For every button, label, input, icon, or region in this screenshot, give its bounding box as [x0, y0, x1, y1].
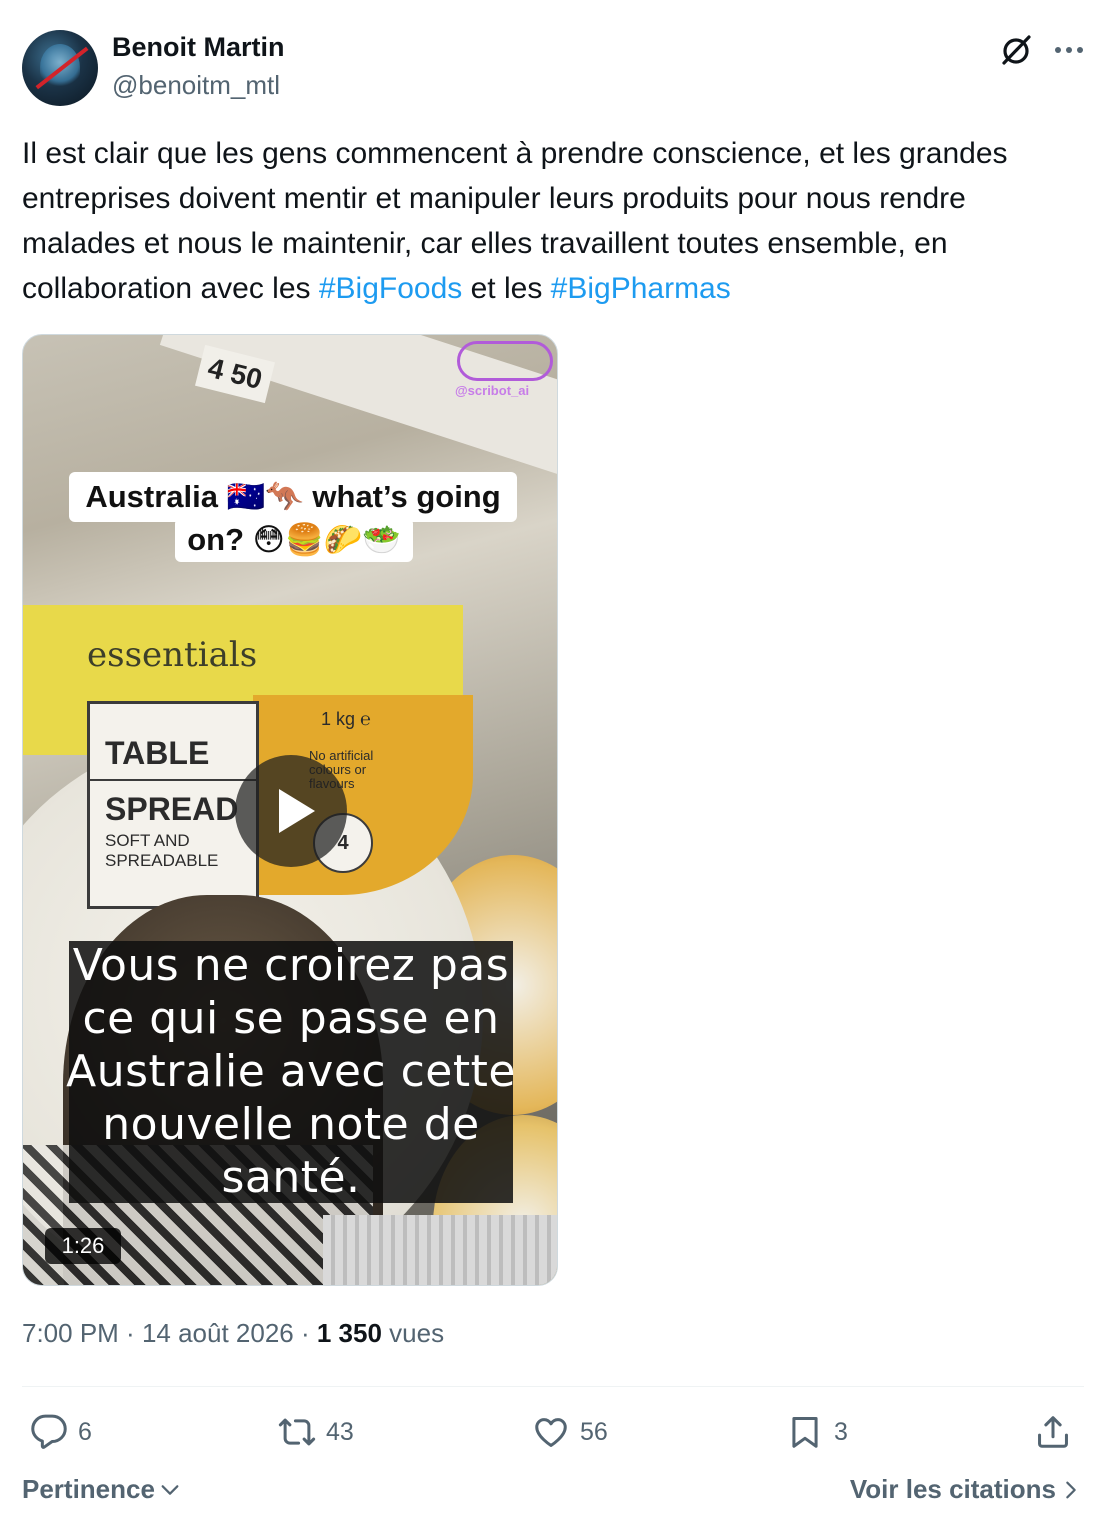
video-basket — [323, 1215, 557, 1285]
video-product-sub: SOFT AND SPREADABLE — [105, 831, 219, 870]
sort-dropdown[interactable]: Pertinence — [22, 1474, 181, 1505]
heart-icon — [535, 1418, 567, 1447]
reply-button[interactable]: 6 — [30, 1410, 92, 1454]
repost-count: 43 — [326, 1417, 354, 1446]
quotes-label: Voir les citations — [849, 1474, 1056, 1504]
share-icon — [1038, 1416, 1068, 1448]
reply-count: 6 — [78, 1417, 92, 1446]
view-quotes-link[interactable]: Voir les citations — [850, 1474, 1082, 1505]
tweet-meta: 7:00 PM · 14 août 2026 · 1 350 vues — [22, 1318, 444, 1349]
like-button[interactable]: 56 — [532, 1410, 608, 1454]
repost-button[interactable]: 43 — [278, 1410, 354, 1454]
chevron-down-icon — [161, 1484, 179, 1495]
bookmark-button[interactable]: 3 — [786, 1410, 848, 1454]
avatar[interactable] — [22, 30, 98, 106]
tweet-text-join: et les — [462, 272, 551, 305]
grok-icon[interactable] — [998, 32, 1034, 68]
hashtag-bigpharmas[interactable]: #BigPharmas — [551, 272, 731, 305]
video-watermark: @scribot_ai — [455, 383, 530, 398]
watermark-logo-icon — [457, 341, 553, 381]
bookmark-count: 3 — [834, 1417, 848, 1446]
views-count: 1 350 — [316, 1318, 382, 1348]
more-options-icon[interactable] — [1052, 32, 1086, 68]
like-count: 56 — [580, 1417, 608, 1446]
sort-label: Pertinence — [22, 1474, 155, 1504]
tweet-text: Il est clair que les gens commencent à p… — [22, 131, 1072, 311]
video-product-word2: SPREAD — [105, 791, 239, 827]
play-icon[interactable] — [235, 755, 347, 867]
video-subtitle: Vous ne croirez pas ce qui se passe en A… — [66, 940, 516, 1203]
video-duration: 1:26 — [45, 1228, 121, 1264]
hashtag-bigfoods[interactable]: #BigFoods — [319, 272, 462, 305]
chevron-right-icon — [1066, 1481, 1076, 1498]
video-product-brand: essentials — [87, 635, 258, 675]
bookmark-icon — [792, 1417, 818, 1448]
meta-separator: · — [118, 1318, 142, 1348]
video-caption-line2: on? 😳🍔🌮🥗 — [175, 518, 413, 562]
divider — [22, 1386, 1084, 1387]
author-name[interactable]: Benoit Martin — [112, 32, 285, 63]
views-label: vues — [381, 1318, 445, 1348]
video-player[interactable]: 4 50 essentials TABLE SPREAD SOFT AND SP… — [22, 334, 558, 1286]
tweet-header: Benoit Martin @benoitm_mtl — [22, 28, 1086, 108]
share-button[interactable] — [1034, 1410, 1072, 1454]
video-caption-line1: Australia 🇦🇺🦘 what’s going — [69, 472, 517, 522]
meta-separator: · — [293, 1318, 317, 1348]
action-bar: 6 43 56 3 — [22, 1404, 1084, 1460]
tweet-date[interactable]: 14 août 2026 — [142, 1318, 294, 1348]
reply-icon — [31, 1414, 67, 1449]
author-handle[interactable]: @benoitm_mtl — [112, 70, 280, 101]
repost-icon — [278, 1418, 316, 1446]
tweet-time[interactable]: 7:00 PM — [22, 1318, 119, 1348]
video-product-word1: TABLE — [105, 735, 210, 771]
video-label-line — [87, 779, 259, 781]
video-product-weight: 1 kg ℮ — [321, 709, 371, 729]
